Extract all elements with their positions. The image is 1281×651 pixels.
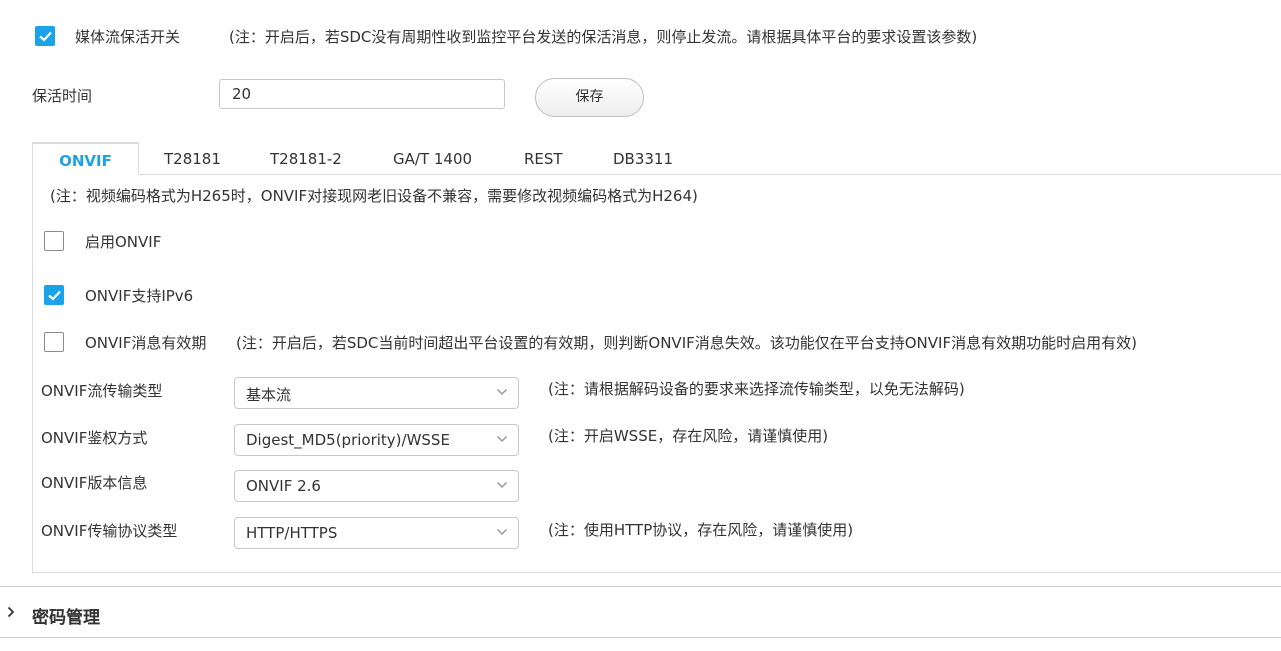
checkmark-icon [48,290,61,301]
onvif-note: (注：视频编码格式为H265时，ONVIF对接现网老旧设备不兼容，需要修改视频编… [50,187,698,205]
tab-t28181-2[interactable]: T28181-2 [270,140,342,175]
onvif-validity-note: (注：开启后，若SDC当前时间超出平台设置的有效期，则判断ONVIF消息失效。该… [236,334,1137,352]
stream-type-value: 基本流 [246,386,292,404]
stream-type-select[interactable]: 基本流 [234,377,519,409]
version-select[interactable]: ONVIF 2.6 [234,470,519,502]
auth-note: (注：开启WSSE，存在风险，请谨慎使用) [548,427,829,445]
section-divider-top [0,586,1281,587]
onvif-ipv6-label: ONVIF支持IPv6 [85,287,194,305]
password-section-title: 密码管理 [32,608,100,628]
protocol-value: HTTP/HTTPS [246,524,338,542]
keepalive-time-input[interactable] [219,79,505,109]
chevron-down-icon [496,528,508,536]
auth-label: ONVIF鉴权方式 [41,429,148,447]
keepalive-note: (注：开启后，若SDC没有周期性收到监控平台发送的保活消息，则停止发流。请根据具… [229,28,978,46]
onvif-validity-label: ONVIF消息有效期 [85,334,207,352]
chevron-down-icon [496,435,508,443]
checkmark-icon [39,31,52,42]
save-button[interactable]: 保存 [535,78,644,117]
section-divider-bottom [0,637,1281,638]
panel-border-left [32,174,33,572]
keepalive-toggle-label: 媒体流保活开关 [75,28,181,46]
keepalive-checkbox[interactable] [35,26,55,46]
onvif-ipv6-checkbox[interactable] [44,285,64,305]
tab-onvif[interactable]: ONVIF [32,142,139,175]
version-value: ONVIF 2.6 [246,477,321,495]
chevron-down-icon [496,481,508,489]
auth-value: Digest_MD5(priority)/WSSE [246,431,450,449]
panel-border-bottom [32,572,1281,573]
password-section-header[interactable]: 密码管理 [0,598,300,632]
keepalive-time-label: 保活时间 [32,87,93,105]
chevron-right-icon [7,606,15,618]
stream-type-note: (注：请根据解码设备的要求来选择流传输类型，以免无法解码) [548,380,965,398]
tab-gat1400[interactable]: GA/T 1400 [393,140,472,175]
stream-type-label: ONVIF流传输类型 [41,382,163,400]
version-label: ONVIF版本信息 [41,474,148,492]
enable-onvif-label: 启用ONVIF [85,233,162,251]
protocol-select[interactable]: HTTP/HTTPS [234,517,519,549]
onvif-validity-checkbox[interactable] [44,332,64,352]
protocol-note: (注：使用HTTP协议，存在风险，请谨慎使用) [548,521,854,539]
enable-onvif-checkbox[interactable] [44,231,64,251]
tab-rest[interactable]: REST [524,140,563,175]
tab-db3311[interactable]: DB3311 [613,140,673,175]
chevron-down-icon [496,388,508,396]
tab-t28181[interactable]: T28181 [164,140,221,175]
protocol-label: ONVIF传输协议类型 [41,522,178,540]
auth-select[interactable]: Digest_MD5(priority)/WSSE [234,424,519,456]
